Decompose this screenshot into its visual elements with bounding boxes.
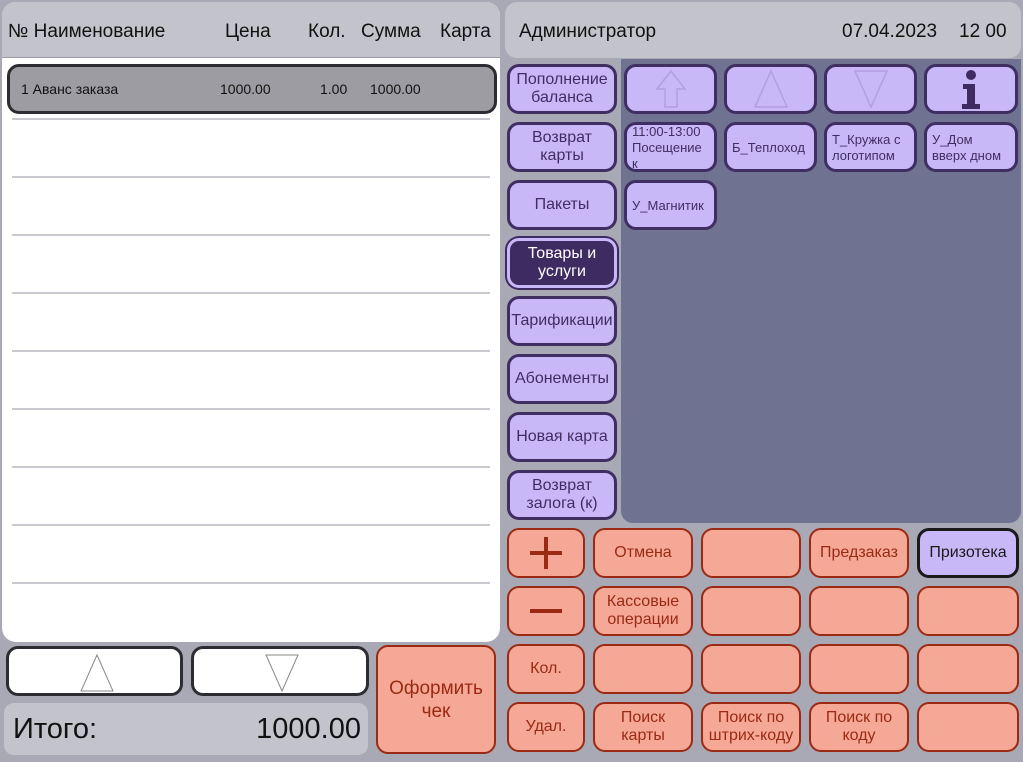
time-display: 12 00 xyxy=(959,21,1007,42)
receipt-scroll-up-button[interactable] xyxy=(6,646,183,696)
row-divider xyxy=(12,350,490,352)
receipt-scroll-down-button[interactable] xyxy=(191,646,369,696)
prize-library-button[interactable]: Призотека xyxy=(917,528,1019,578)
home-up-arrow-icon xyxy=(654,69,687,108)
up-triangle-icon xyxy=(80,653,114,692)
plus-icon xyxy=(530,537,562,569)
receipt-panel: № Наименование Цена Кол. Сумма Карта 1 А… xyxy=(2,2,500,642)
row-divider xyxy=(12,582,490,584)
quantity-button[interactable]: Кол. xyxy=(507,644,585,694)
col-header-name: № Наименование xyxy=(8,21,166,42)
keypad-blank-r1c3[interactable] xyxy=(701,528,801,578)
row-divider xyxy=(12,118,490,120)
total-value: 1000.00 xyxy=(256,713,361,745)
total-panel: Итого: 1000.00 xyxy=(4,703,368,755)
goods-item-upside-house[interactable]: У_Дом вверх дном xyxy=(924,122,1018,172)
delete-button[interactable]: Удал. xyxy=(507,702,585,752)
col-header-qty: Кол. xyxy=(308,21,346,42)
search-card-button[interactable]: Поиск карты xyxy=(593,702,693,752)
goods-item-visit[interactable]: 11:00-13:00 Посещение к xyxy=(624,122,717,172)
category-goods-and-services[interactable]: Товары и услуги xyxy=(507,238,617,288)
row-divider xyxy=(12,524,490,526)
minus-icon xyxy=(530,609,562,613)
checkout-button[interactable]: Оформить чек xyxy=(376,645,496,754)
goods-item-magnet[interactable]: У_Магнитик xyxy=(624,180,717,230)
category-subscriptions[interactable]: Абонементы xyxy=(507,354,617,404)
keypad-blank-r2c3[interactable] xyxy=(701,586,801,636)
category-packages[interactable]: Пакеты xyxy=(507,180,617,230)
goods-page-up-button[interactable] xyxy=(724,64,817,114)
info-icon xyxy=(962,70,980,109)
row-qty: 1.00 xyxy=(320,81,348,97)
category-new-card[interactable]: Новая карта xyxy=(507,412,617,462)
row-price: 1000.00 xyxy=(220,81,271,97)
up-arrow-icon xyxy=(753,69,788,108)
row-divider xyxy=(12,408,490,410)
row-name: 1 Аванс заказа xyxy=(21,81,119,97)
row-divider xyxy=(12,234,490,236)
down-triangle-icon xyxy=(265,654,299,693)
keypad-blank-r3c2[interactable] xyxy=(593,644,693,694)
total-label: Итого: xyxy=(13,713,98,745)
goods-item-mug[interactable]: Т_Кружка с логотипом xyxy=(824,122,917,172)
user-name: Администратор xyxy=(519,21,657,42)
col-header-card: Карта xyxy=(440,21,491,42)
col-header-sum: Сумма xyxy=(361,21,421,42)
date-display: 07.04.2023 xyxy=(842,21,938,42)
receipt-header: № Наименование Цена Кол. Сумма Карта xyxy=(2,2,500,58)
cancel-button[interactable]: Отмена xyxy=(593,528,693,578)
goods-home-up-button[interactable] xyxy=(624,64,717,114)
col-header-price: Цена xyxy=(225,21,271,42)
keypad-blank-r4c5[interactable] xyxy=(917,702,1019,752)
category-card-return[interactable]: Возврат карты xyxy=(507,122,617,172)
goods-page-down-button[interactable] xyxy=(824,64,917,114)
keypad-blank-r3c3[interactable] xyxy=(701,644,801,694)
category-deposit-return[interactable]: Возврат залога (к) xyxy=(507,470,617,520)
preorder-button[interactable]: Предзаказ xyxy=(809,528,909,578)
minus-button[interactable] xyxy=(507,586,585,636)
top-bar: Администратор 07.04.2023 12 00 xyxy=(505,2,1021,58)
cash-operations-button[interactable]: Кассовые операции xyxy=(593,586,693,636)
search-code-button[interactable]: Поиск по коду xyxy=(809,702,909,752)
keypad-blank-r2c5[interactable] xyxy=(917,586,1019,636)
row-divider xyxy=(12,292,490,294)
search-barcode-button[interactable]: Поиск по штрих-коду xyxy=(701,702,801,752)
goods-info-button[interactable] xyxy=(924,64,1018,114)
plus-button[interactable] xyxy=(507,528,585,578)
category-top-up-balance[interactable]: Пополнение баланса xyxy=(507,64,617,114)
category-tariffs[interactable]: Тарификации xyxy=(507,296,617,346)
goods-item-boat[interactable]: Б_Теплоход xyxy=(724,122,817,172)
keypad-blank-r2c4[interactable] xyxy=(809,586,909,636)
row-sum: 1000.00 xyxy=(370,81,421,97)
keypad-blank-r3c4[interactable] xyxy=(809,644,909,694)
row-divider xyxy=(12,466,490,468)
down-arrow-icon xyxy=(853,70,888,109)
keypad-blank-r3c5[interactable] xyxy=(917,644,1019,694)
row-divider xyxy=(12,176,490,178)
receipt-row-selected[interactable]: 1 Аванс заказа 1000.00 1.00 1000.00 xyxy=(7,64,497,114)
